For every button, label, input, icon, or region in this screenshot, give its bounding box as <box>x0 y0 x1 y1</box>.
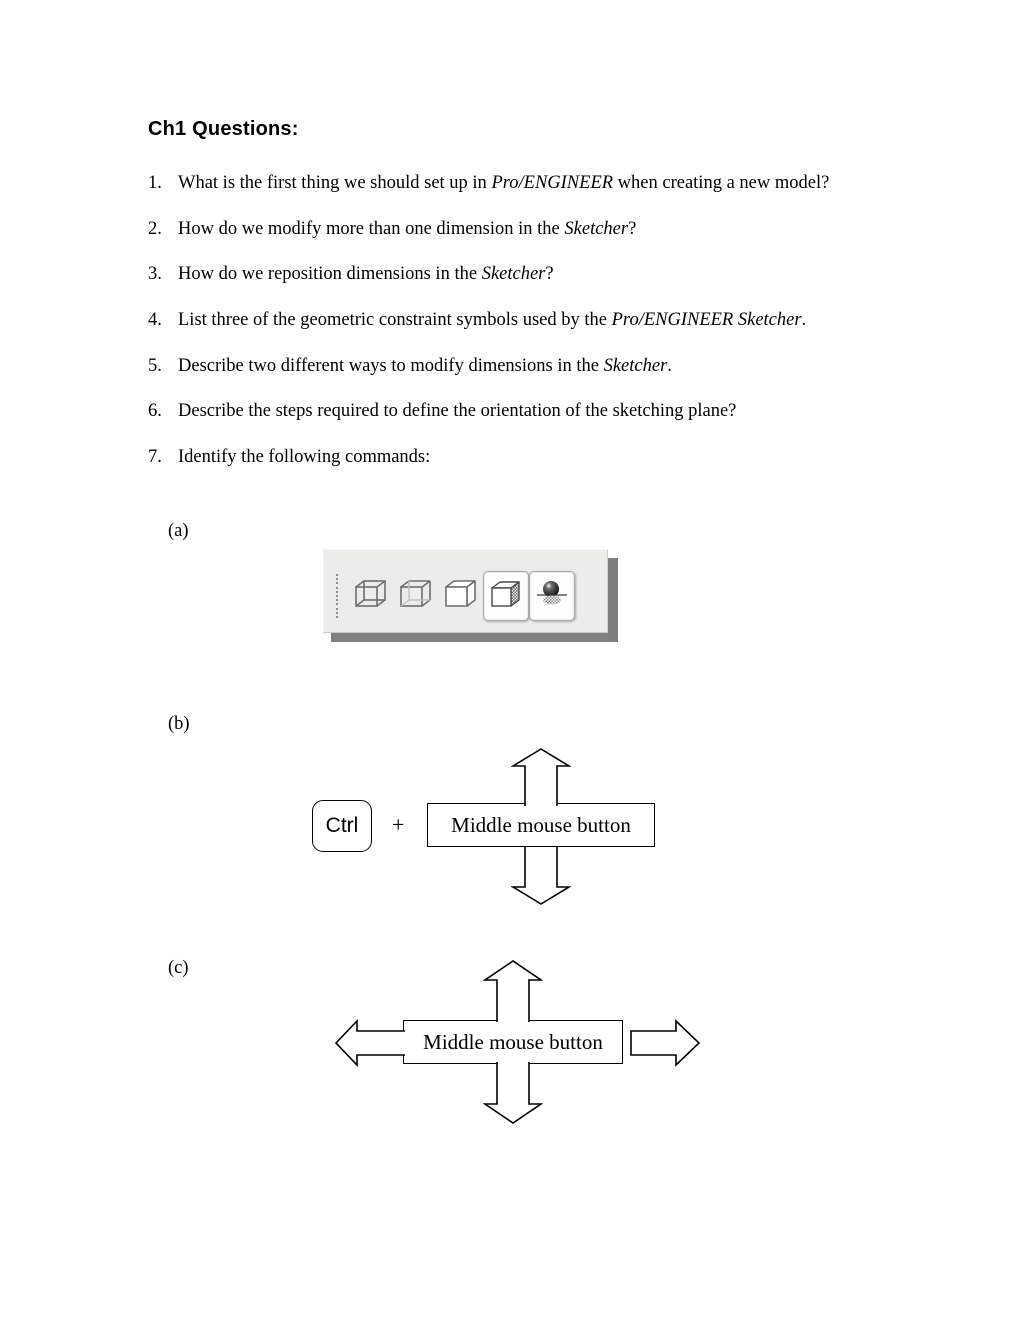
display-style-toolbar <box>323 549 618 642</box>
toolbar-button-wireframe[interactable] <box>348 572 393 620</box>
question-number: 7. <box>148 447 162 468</box>
toolbar-title-strip <box>323 549 608 560</box>
question-text: How do we reposition dimensions in the S… <box>178 264 554 285</box>
question-number: 5. <box>148 355 162 376</box>
document-page: Ch1 Questions: 1. What is the first thin… <box>0 0 1020 1320</box>
middle-mouse-button-box: Middle mouse button <box>427 803 655 847</box>
question-text: What is the first thing we should set up… <box>178 173 830 193</box>
question-item: 5. Describe two different ways to modify… <box>148 355 888 379</box>
question-text: Describe two different ways to modify di… <box>178 355 672 376</box>
question-text: List three of the geometric constraint s… <box>178 310 807 331</box>
shaded-sphere-reflection-icon <box>535 578 569 615</box>
question-text: Identify the following commands: <box>178 447 431 468</box>
ctrl-key: Ctrl <box>312 800 372 852</box>
question-text: How do we modify more than one dimension… <box>178 218 637 239</box>
question-item: 2. How do we modify more than one dimens… <box>148 218 888 242</box>
question-number: 3. <box>148 264 162 285</box>
sub-label-b: (b) <box>168 714 190 734</box>
question-number: 4. <box>148 310 162 331</box>
arrow-right-icon <box>630 1019 700 1067</box>
toolbar-button-no-hidden[interactable] <box>438 572 483 620</box>
arrow-up-icon <box>511 748 571 806</box>
question-number: 2. <box>148 218 162 239</box>
toolbar-body <box>323 560 608 633</box>
question-text: Describe the steps required to define th… <box>178 401 737 422</box>
arrow-down-icon <box>511 847 571 905</box>
question-number: 1. <box>148 173 162 193</box>
question-number: 6. <box>148 401 162 422</box>
hidden-line-cube-icon <box>398 577 434 616</box>
question-item: 1. What is the first thing we should set… <box>148 172 888 196</box>
sub-label-a: (a) <box>168 521 189 541</box>
sub-label-c: (c) <box>168 958 189 978</box>
plus-operator: + <box>392 812 405 837</box>
arrow-up-icon <box>483 960 543 1022</box>
no-hidden-cube-icon <box>443 577 479 616</box>
toolbar-button-hidden-line[interactable] <box>393 572 438 620</box>
shaded-cube-icon <box>489 578 523 615</box>
question-item: 4. List three of the geometric constrain… <box>148 309 888 333</box>
question-item: 7. Identify the following commands: <box>148 446 888 470</box>
toolbar-button-shading-with-reflections[interactable] <box>529 571 575 621</box>
arrow-down-icon <box>483 1062 543 1124</box>
arrow-left-icon <box>335 1019 405 1067</box>
toolbar-drag-handle-icon[interactable] <box>329 572 345 620</box>
page-title: Ch1 Questions: <box>148 118 299 140</box>
question-item: 6. Describe the steps required to define… <box>148 400 888 424</box>
toolbar-button-shading[interactable] <box>483 571 529 621</box>
middle-mouse-button-box: Middle mouse button <box>403 1020 623 1064</box>
middle-mouse-pan-diagram: Middle mouse button <box>325 948 725 1143</box>
questions-list: 1. What is the first thing we should set… <box>148 172 888 492</box>
question-item: 3. How do we reposition dimensions in th… <box>148 263 888 287</box>
wireframe-cube-icon <box>353 577 389 616</box>
ctrl-middle-mouse-diagram: Ctrl + Middle mouse button <box>300 738 720 908</box>
